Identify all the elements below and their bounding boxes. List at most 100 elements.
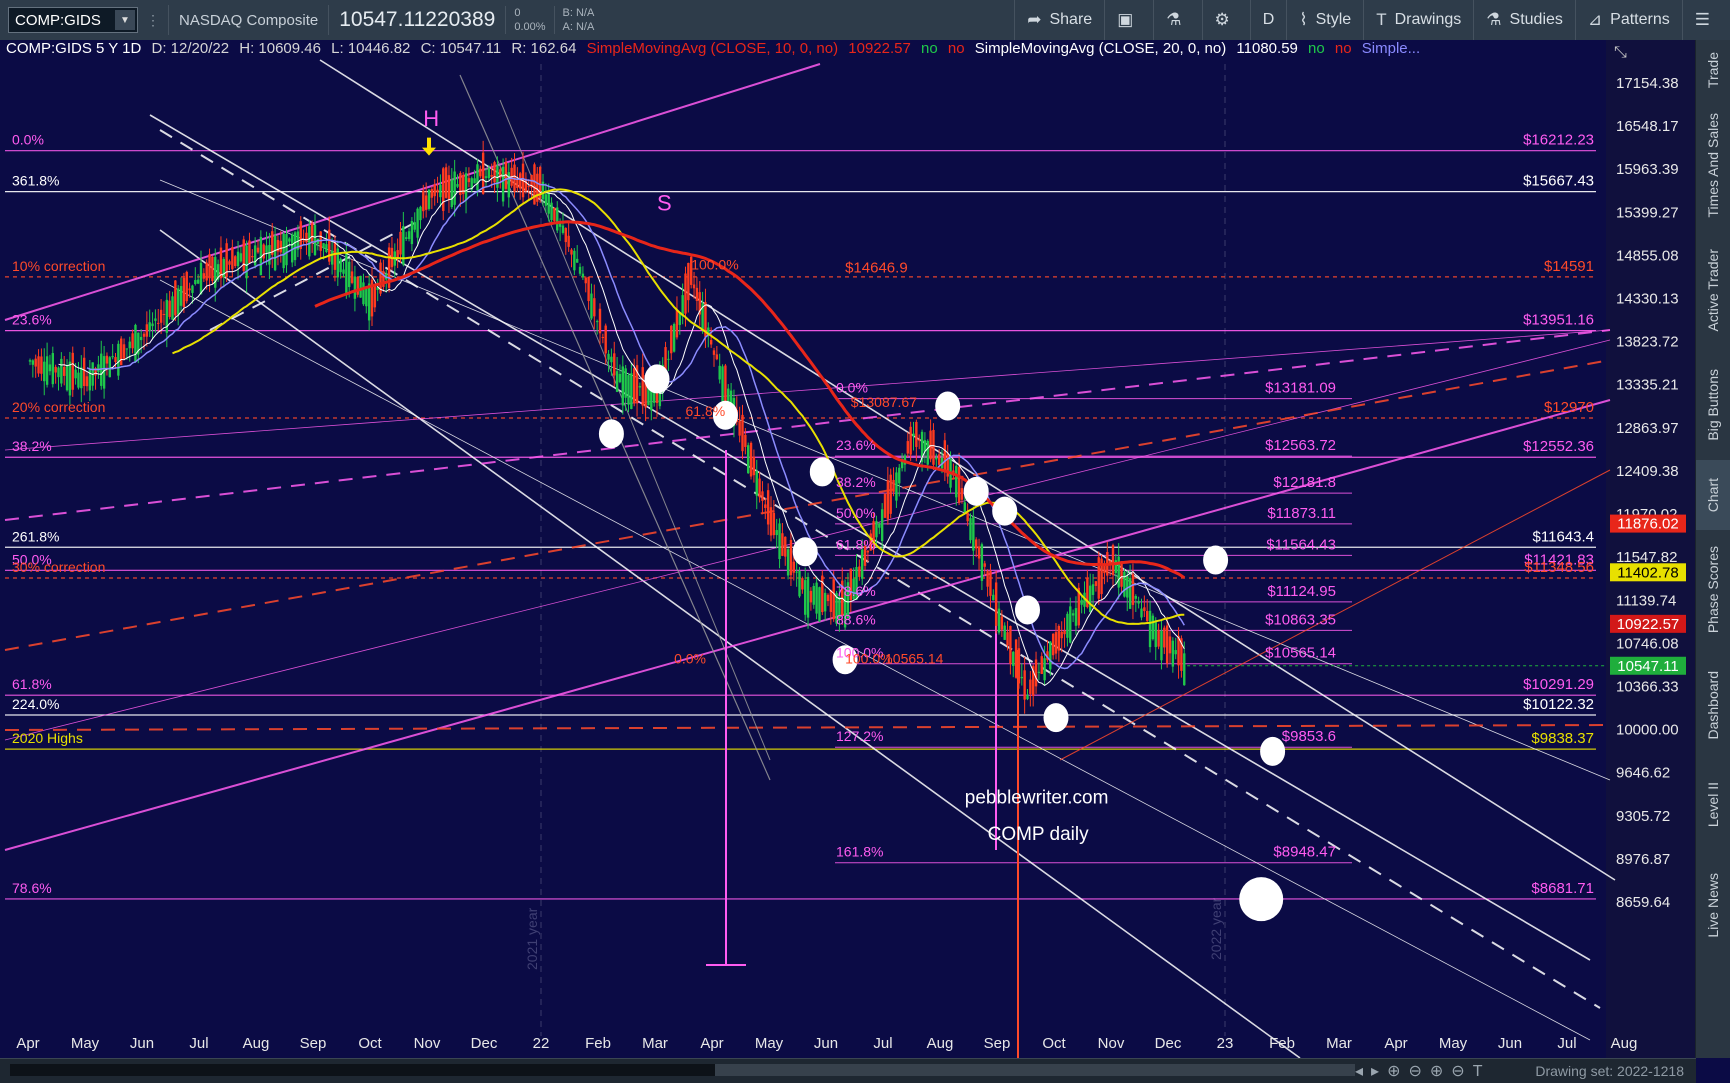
candle-body <box>772 512 776 536</box>
candle-body <box>556 207 559 231</box>
level-left-label: 61.8% <box>12 676 52 692</box>
candle-body <box>1003 625 1006 640</box>
candle-body <box>749 442 753 477</box>
candle-body <box>823 592 827 612</box>
candle-body <box>613 353 616 376</box>
candle-body <box>447 175 451 200</box>
candle-body <box>51 353 54 385</box>
scroll-thumb[interactable] <box>715 1064 1355 1076</box>
snapshot-button[interactable]: ▣ <box>1104 0 1153 40</box>
level-left-label: 20% correction <box>12 399 105 415</box>
candle-body <box>1183 653 1186 686</box>
candle-body <box>918 439 921 441</box>
panel-phase-scores[interactable]: Phase Scores <box>1696 530 1730 650</box>
price-chart[interactable]: 2021 year 2022 year 0.0% $16212.23 361.8% $1… <box>0 40 1696 1058</box>
candle-body <box>886 480 890 520</box>
legend-no2: no <box>947 40 965 57</box>
level-right-label: $11643.4 <box>1533 528 1594 545</box>
candle-body <box>28 360 32 362</box>
legend-more[interactable]: Simple... <box>1362 40 1420 57</box>
settings-button[interactable]: ⚙ <box>1201 0 1250 40</box>
flask-button[interactable]: ⚗ <box>1153 0 1201 40</box>
legend-sma10[interactable]: SimpleMovingAvg (CLOSE, 10, 0, no) <box>587 40 839 57</box>
candle-body <box>399 231 402 255</box>
candle-body <box>667 358 670 360</box>
style-icon: ⌇ <box>1299 10 1308 29</box>
panel-live-news[interactable]: Live News <box>1696 850 1730 960</box>
legend-sma20[interactable]: SimpleMovingAvg (CLOSE, 20, 0, no) <box>975 40 1227 57</box>
panel-level-ii[interactable]: Level II <box>1696 760 1730 850</box>
candle-body <box>618 373 622 383</box>
candle-body <box>205 262 208 281</box>
candle-body <box>721 366 724 402</box>
candle-body <box>325 244 328 253</box>
legend-no4: no <box>1334 40 1352 57</box>
candle-body <box>231 247 234 270</box>
panel-times-and-sales[interactable]: Times And Sales <box>1696 100 1730 230</box>
candle-body <box>761 491 764 501</box>
candle-body <box>114 357 117 362</box>
candle-body <box>1168 636 1172 654</box>
candle-body <box>1037 671 1041 673</box>
price-tag-label: 11402.78 <box>1617 564 1678 581</box>
link-icon[interactable]: ⋮ <box>146 12 160 29</box>
candle-body <box>484 176 488 178</box>
pct-change: 0.00% <box>514 21 546 33</box>
candle-body <box>570 249 573 255</box>
candle-body <box>553 207 556 222</box>
candle-body <box>145 324 149 337</box>
style-button[interactable]: ⌇ Style <box>1286 0 1363 40</box>
level-right-label: $8681.71 <box>1531 880 1594 897</box>
studies-button[interactable]: ⚗ Studies <box>1473 0 1575 40</box>
candle-body <box>1171 640 1175 667</box>
menu-icon: ☰ <box>1694 10 1710 29</box>
candle-body <box>1060 631 1063 639</box>
candle-body <box>1017 648 1021 684</box>
candle-body <box>1137 600 1140 604</box>
candle-body <box>293 232 297 261</box>
pivot-marker <box>992 496 1018 526</box>
legend-no1: no <box>921 40 938 57</box>
candle-body <box>219 247 223 279</box>
candle-body <box>427 189 431 209</box>
level-right-label: $9838.37 <box>1531 730 1594 747</box>
toolbar-actions: ➦ Share ▣ ⚗ ⚙ D ⌇ Style T Drawings ⚗ Studies… <box>1014 0 1730 40</box>
candle-body <box>681 295 684 317</box>
patterns-button[interactable]: ⊿ Patterns <box>1574 0 1682 40</box>
candle-body <box>977 546 981 559</box>
x-tick-label: Oct <box>1042 1035 1066 1052</box>
panel-dashboard[interactable]: Dashboard <box>1696 650 1730 760</box>
drawing-set-label[interactable]: Drawing set: 2022-1218 <box>1535 1063 1684 1079</box>
drawings-button[interactable]: T Drawings <box>1363 0 1473 40</box>
candle-body <box>117 343 120 376</box>
x-tick-label: Jul <box>1557 1035 1576 1052</box>
candle-body <box>955 465 958 498</box>
panel-chart[interactable]: Chart <box>1696 460 1730 530</box>
candle-body <box>1151 615 1155 640</box>
candle-body <box>208 254 211 279</box>
candle-body <box>883 494 887 518</box>
panel-active-trader[interactable]: Active Trader <box>1696 230 1730 350</box>
collapse-icon[interactable]: ⤡ <box>1614 44 1627 62</box>
panel-big-buttons[interactable]: Big Buttons <box>1696 350 1730 460</box>
zoom-tools[interactable]: ◂▸⊕⊖⊕⊖T <box>1355 1061 1490 1081</box>
bottom-bar: ◂▸⊕⊖⊕⊖T Drawing set: 2022-1218 <box>0 1058 1696 1083</box>
level-right-label: $15667.43 <box>1523 173 1594 190</box>
candle-body <box>199 262 203 295</box>
symbol-description: NASDAQ Composite <box>168 5 328 35</box>
fib-value-label: $11124.95 <box>1267 583 1336 600</box>
aggregation-button[interactable]: D <box>1249 0 1287 40</box>
candle-body <box>302 240 305 242</box>
chevron-down-icon[interactable]: ▼ <box>115 10 135 30</box>
share-button[interactable]: ➦ Share <box>1014 0 1104 40</box>
menu-button[interactable]: ☰ <box>1681 0 1730 40</box>
chart-scrollbar[interactable] <box>10 1064 1355 1076</box>
candle-body <box>57 367 60 378</box>
panel-trade[interactable]: Trade <box>1696 40 1730 100</box>
candle-body <box>1160 630 1163 661</box>
candle-body <box>405 237 408 239</box>
candle-body <box>313 225 317 255</box>
candle-body <box>242 239 245 271</box>
symbol-selector[interactable]: COMP:GIDS ▼ <box>8 7 138 33</box>
candle-body <box>353 276 357 299</box>
